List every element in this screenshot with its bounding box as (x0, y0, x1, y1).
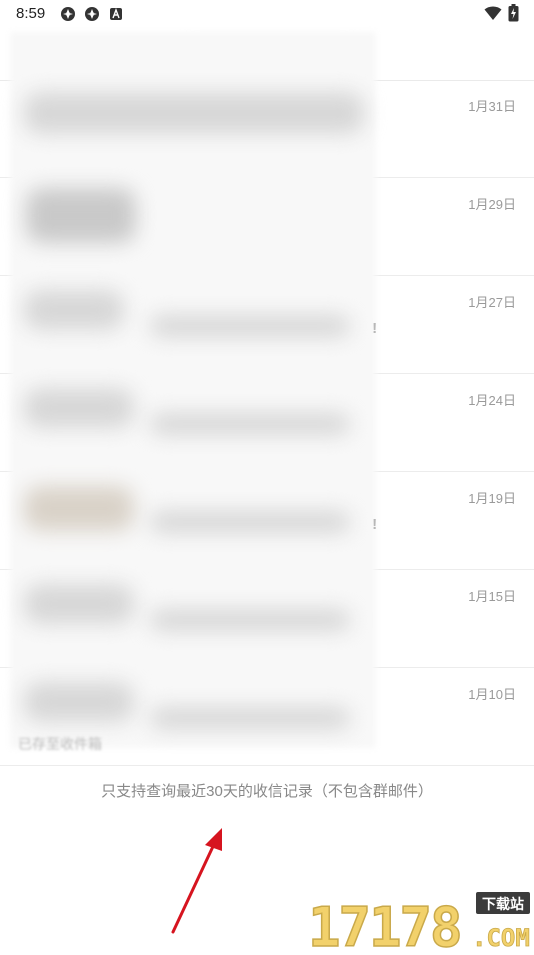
annotation-arrow-icon (171, 828, 222, 934)
watermark-domain: .COM (472, 924, 530, 950)
watermark-badge: 下载站 (482, 896, 524, 913)
site-watermark: 17178 下载站 .COM (304, 880, 532, 955)
watermark-number: 17178 (308, 896, 461, 950)
watermark-logo-icon: 17178 下载站 .COM (307, 892, 530, 955)
